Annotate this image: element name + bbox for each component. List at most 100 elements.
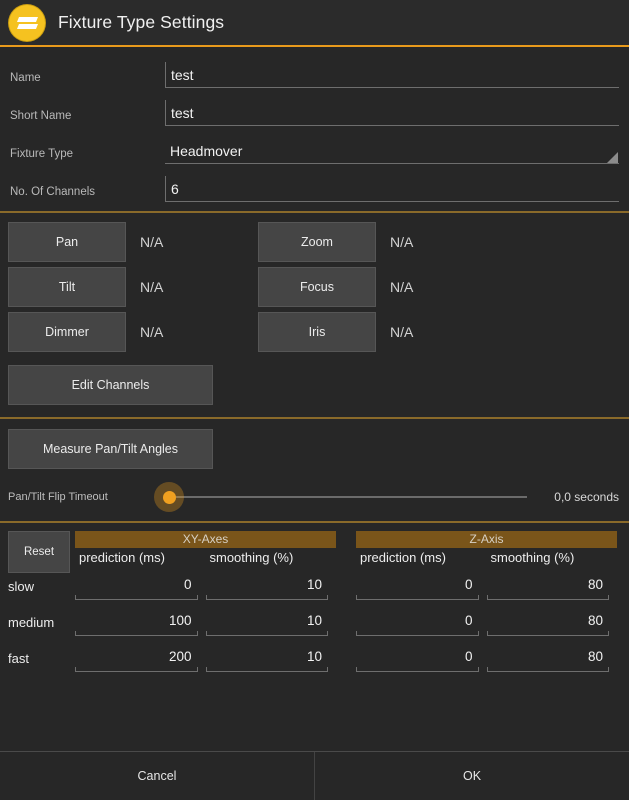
input-underline bbox=[205, 631, 328, 636]
fast-xy-prediction-value: 200 bbox=[168, 649, 192, 664]
focus-button[interactable]: Focus bbox=[258, 267, 376, 307]
medium-z-smoothing-input[interactable]: 80 bbox=[486, 609, 609, 636]
row-medium-xy: 100 10 bbox=[75, 609, 348, 636]
measure-row: Measure Pan/Tilt Angles bbox=[0, 419, 629, 477]
tuning-groups: XY-Axes prediction (ms) smoothing (%) Z-… bbox=[75, 531, 629, 565]
medium-z-prediction-input[interactable]: 0 bbox=[356, 609, 479, 636]
field-row-fixture-type: Fixture Type Headmover bbox=[10, 131, 619, 169]
row-cells-medium: 100 10 0 80 bbox=[75, 609, 629, 636]
no-of-channels-field-wrap: 6 bbox=[165, 176, 619, 207]
name-field-wrap: test bbox=[165, 62, 619, 93]
row-label-medium: medium bbox=[8, 615, 55, 630]
group-xy-axes-title: XY-Axes bbox=[75, 531, 336, 548]
fast-xy-smoothing-value: 10 bbox=[306, 649, 322, 664]
input-underline bbox=[75, 667, 198, 672]
no-of-channels-label: No. Of Channels bbox=[10, 186, 96, 198]
medium-z-smoothing-value: 80 bbox=[587, 613, 603, 628]
group-z-axis-columns: prediction (ms) smoothing (%) bbox=[356, 550, 617, 565]
pan-button[interactable]: Pan bbox=[8, 222, 126, 262]
slow-z-smoothing-input[interactable]: 80 bbox=[486, 573, 609, 600]
pan-value: N/A bbox=[140, 234, 164, 250]
row-fast-xy: 200 10 bbox=[75, 645, 348, 672]
input-underline bbox=[356, 631, 479, 636]
tuning-table: Reset XY-Axes prediction (ms) smoothing … bbox=[0, 523, 629, 681]
logo-bar-top bbox=[16, 16, 38, 22]
channel-cell-iris: Iris N/A bbox=[256, 312, 413, 352]
tilt-value: N/A bbox=[140, 279, 164, 295]
row-cells-fast: 200 10 0 80 bbox=[75, 645, 629, 672]
group-xy-axes: XY-Axes prediction (ms) smoothing (%) bbox=[75, 531, 348, 565]
row-medium-z: 0 80 bbox=[348, 609, 629, 636]
name-label: Name bbox=[10, 72, 41, 84]
no-of-channels-input[interactable]: 6 bbox=[165, 176, 619, 202]
fixture-type-field-wrap: Headmover bbox=[165, 138, 619, 169]
fixture-type-settings-screen: Fixture Type Settings Name test Short Na… bbox=[0, 0, 629, 800]
fast-xy-smoothing-input[interactable]: 10 bbox=[205, 645, 328, 672]
slow-z-prediction-value: 0 bbox=[464, 577, 473, 592]
group-z-axis-title: Z-Axis bbox=[356, 531, 617, 548]
table-row: medium 100 10 0 80 bbox=[0, 609, 629, 645]
slow-xy-smoothing-input[interactable]: 10 bbox=[205, 573, 328, 600]
medium-xy-prediction-value: 100 bbox=[168, 613, 192, 628]
column-header-xy-prediction: prediction (ms) bbox=[79, 550, 165, 565]
short-name-field-wrap: test bbox=[165, 100, 619, 131]
row-label-fast: fast bbox=[8, 651, 29, 666]
slow-xy-prediction-input[interactable]: 0 bbox=[75, 573, 198, 600]
focus-value: N/A bbox=[390, 279, 414, 295]
row-slow-xy: 0 10 bbox=[75, 573, 348, 600]
fast-z-smoothing-input[interactable]: 80 bbox=[486, 645, 609, 672]
dimmer-button[interactable]: Dimmer bbox=[8, 312, 126, 352]
medium-xy-smoothing-value: 10 bbox=[306, 613, 322, 628]
channel-row-1: Pan N/A Zoom N/A bbox=[0, 222, 629, 262]
measure-pan-tilt-angles-button[interactable]: Measure Pan/Tilt Angles bbox=[8, 429, 213, 469]
fixture-form: Name test Short Name test Fixture Type H… bbox=[0, 47, 629, 211]
short-name-input[interactable]: test bbox=[165, 100, 619, 126]
name-input[interactable]: test bbox=[165, 62, 619, 88]
zoom-button[interactable]: Zoom bbox=[258, 222, 376, 262]
channel-row-2: Tilt N/A Focus N/A bbox=[0, 267, 629, 307]
reset-button[interactable]: Reset bbox=[8, 531, 70, 573]
slider-track bbox=[170, 496, 527, 498]
iris-button[interactable]: Iris bbox=[258, 312, 376, 352]
row-slow-z: 0 80 bbox=[348, 573, 629, 600]
medium-xy-smoothing-input[interactable]: 10 bbox=[205, 609, 328, 636]
channel-cell-focus: Focus N/A bbox=[256, 267, 413, 307]
column-header-z-smoothing: smoothing (%) bbox=[490, 550, 575, 565]
group-z-axis: Z-Axis prediction (ms) smoothing (%) bbox=[348, 531, 629, 565]
channel-cell-tilt: Tilt N/A bbox=[0, 267, 256, 307]
fast-xy-prediction-input[interactable]: 200 bbox=[75, 645, 198, 672]
field-row-short-name: Short Name test bbox=[10, 93, 619, 131]
ok-button[interactable]: OK bbox=[315, 752, 629, 800]
fast-z-prediction-input[interactable]: 0 bbox=[356, 645, 479, 672]
input-underline bbox=[205, 667, 328, 672]
edit-channels-button[interactable]: Edit Channels bbox=[8, 365, 213, 405]
row-cells-slow: 0 10 0 80 bbox=[75, 573, 629, 600]
zactrack-z-logo-icon bbox=[9, 4, 45, 41]
chevron-down-icon bbox=[607, 152, 618, 163]
fixture-type-spinner[interactable]: Headmover bbox=[165, 138, 619, 164]
medium-xy-prediction-input[interactable]: 100 bbox=[75, 609, 198, 636]
channel-assignment-grid: Pan N/A Zoom N/A Tilt N/A Focus N/A Dimm… bbox=[0, 213, 629, 417]
filler-space bbox=[0, 681, 629, 751]
row-fast-z: 0 80 bbox=[348, 645, 629, 672]
fixture-type-label: Fixture Type bbox=[10, 148, 74, 160]
channel-row-3: Dimmer N/A Iris N/A bbox=[0, 312, 629, 352]
dialog-footer: Cancel OK bbox=[0, 752, 629, 800]
slow-z-prediction-input[interactable]: 0 bbox=[356, 573, 479, 600]
table-row: slow 0 10 0 80 bbox=[0, 573, 629, 609]
pan-tilt-flip-timeout-value: 0,0 seconds bbox=[554, 490, 619, 504]
slider-thumb[interactable] bbox=[154, 482, 184, 512]
slow-xy-prediction-value: 0 bbox=[183, 577, 192, 592]
slider-thumb-dot bbox=[162, 490, 176, 504]
fixture-type-value: Headmover bbox=[170, 142, 243, 159]
tilt-button[interactable]: Tilt bbox=[8, 267, 126, 307]
edit-channels-row: Edit Channels bbox=[0, 357, 629, 415]
input-underline bbox=[486, 595, 609, 600]
input-underline bbox=[356, 667, 479, 672]
cancel-button[interactable]: Cancel bbox=[0, 752, 315, 800]
input-underline bbox=[486, 667, 609, 672]
pan-tilt-flip-timeout-slider[interactable] bbox=[148, 482, 527, 512]
slow-xy-smoothing-value: 10 bbox=[306, 577, 322, 592]
dimmer-value: N/A bbox=[140, 324, 164, 340]
short-name-label: Short Name bbox=[10, 110, 72, 122]
